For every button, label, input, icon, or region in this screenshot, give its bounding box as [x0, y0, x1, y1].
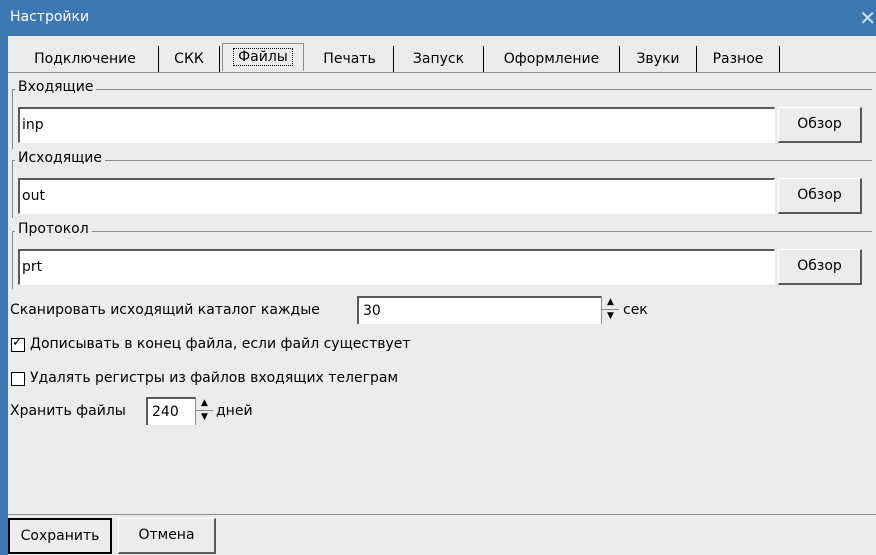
cancel-button[interactable]: Отмена — [118, 518, 216, 554]
incoming-browse-button[interactable]: Обзор — [778, 107, 862, 143]
tab-underline — [8, 72, 876, 73]
outgoing-legend: Исходящие — [15, 150, 106, 166]
scan-interval-unit: сек — [623, 302, 648, 318]
tab-label: Звуки — [636, 51, 680, 67]
tab-launch[interactable]: Запуск — [394, 46, 484, 72]
tab-print[interactable]: Печать — [306, 46, 394, 72]
spin-buttons: ▲ ▼ — [601, 296, 619, 324]
tab-label: СКК — [174, 51, 204, 67]
outgoing-path-input[interactable]: out — [18, 178, 775, 214]
append-label: Дописывать в конец файла, если файл суще… — [30, 336, 411, 352]
title-bar: Настройки ✕ — [0, 0, 876, 36]
keep-files-label: Хранить файлы — [10, 403, 126, 419]
save-button[interactable]: Сохранить — [8, 518, 112, 554]
group-border — [12, 160, 13, 218]
outgoing-path-value: out — [22, 188, 45, 204]
keep-files-unit: дней — [216, 403, 253, 419]
window-title: Настройки — [10, 9, 90, 25]
tab-label: Оформление — [503, 51, 600, 67]
scan-interval-value: 30 — [363, 303, 381, 319]
scan-interval-spinbox[interactable]: 30 ▲ ▼ — [357, 296, 619, 324]
protocol-path-input[interactable]: prt — [18, 249, 775, 285]
spin-buttons: ▲ ▼ — [195, 397, 213, 425]
group-border — [12, 89, 872, 90]
tab-label: Файлы — [233, 48, 293, 66]
group-border — [12, 231, 13, 289]
append-checkbox[interactable]: ✓ — [11, 335, 25, 352]
group-border — [12, 160, 872, 161]
tab-label: Разное — [712, 51, 764, 67]
tab-label: Печать — [323, 51, 376, 67]
tab-appearance[interactable]: Оформление — [484, 46, 620, 72]
incoming-path-value: inp — [22, 117, 44, 133]
footer-divider — [8, 514, 876, 515]
tab-files[interactable]: Файлы — [222, 43, 304, 71]
protocol-legend: Протокол — [15, 221, 92, 237]
tab-label: Подключение — [34, 51, 136, 67]
outgoing-browse-button[interactable]: Обзор — [778, 178, 862, 214]
keep-files-spinbox[interactable]: 240 ▲ ▼ — [146, 397, 213, 425]
tab-misc[interactable]: Разное — [697, 46, 780, 72]
incoming-legend: Входящие — [15, 79, 97, 95]
spin-down-icon[interactable]: ▼ — [196, 411, 213, 424]
protocol-browse-button[interactable]: Обзор — [778, 249, 862, 285]
dialog-body: Подключение СКК Файлы Печать Запуск Офор… — [8, 36, 876, 555]
group-border — [12, 231, 872, 232]
spin-up-icon[interactable]: ▲ — [196, 397, 213, 411]
spin-up-icon[interactable]: ▲ — [602, 296, 619, 310]
scan-interval-label: Сканировать исходящий каталог каждые — [10, 302, 320, 318]
keep-files-value: 240 — [152, 404, 179, 420]
check-mark-icon: ✓ — [12, 335, 23, 350]
tab-connection[interactable]: Подключение — [12, 46, 159, 72]
remove-registers-checkbox[interactable] — [11, 372, 25, 386]
incoming-path-input[interactable]: inp — [18, 107, 775, 143]
close-icon[interactable]: ✕ — [859, 8, 876, 28]
settings-window: Настройки ✕ Подключение СКК Файлы Печать… — [0, 0, 876, 555]
remove-registers-label: Удалять регистры из файлов входящих теле… — [30, 370, 399, 386]
group-border — [12, 89, 13, 149]
protocol-path-value: prt — [22, 259, 43, 275]
tab-skk[interactable]: СКК — [159, 46, 220, 72]
tab-sounds[interactable]: Звуки — [620, 46, 697, 72]
spin-down-icon[interactable]: ▼ — [602, 310, 619, 323]
tab-label: Запуск — [412, 51, 465, 67]
